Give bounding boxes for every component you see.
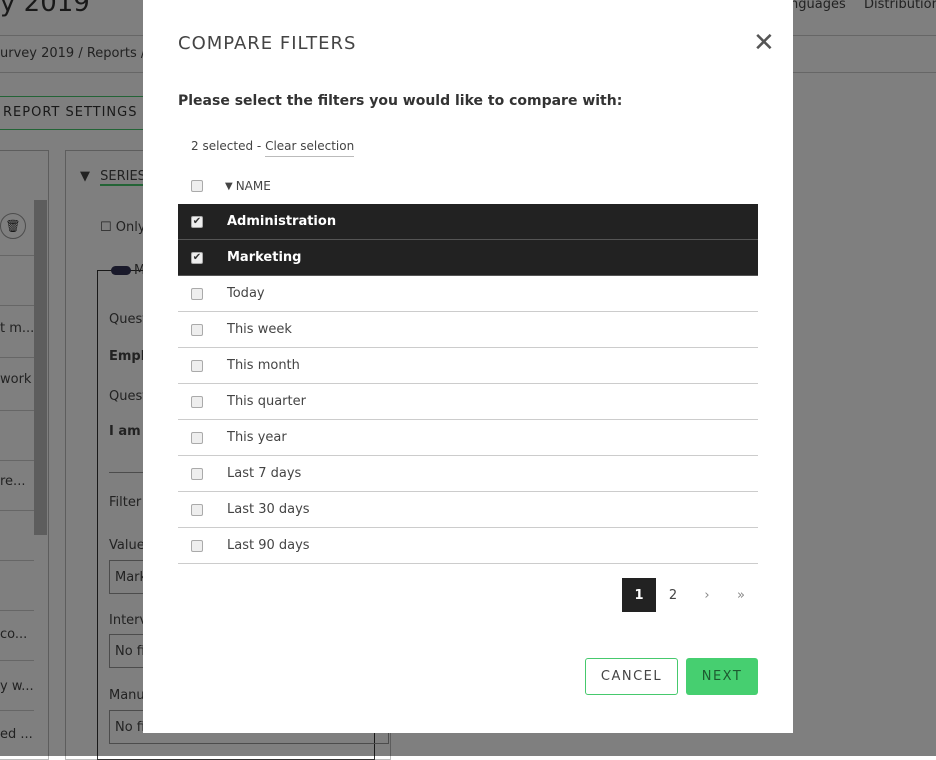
- cancel-button[interactable]: CANCEL: [585, 658, 678, 695]
- clear-selection-link[interactable]: Clear selection: [265, 139, 355, 157]
- next-page-icon[interactable]: ›: [690, 578, 724, 612]
- row-checkbox[interactable]: [191, 503, 203, 516]
- row-checkbox[interactable]: ✔: [191, 251, 203, 264]
- filter-name: This year: [227, 430, 287, 445]
- table-row[interactable]: This quarter: [178, 384, 758, 420]
- selected-count: 2 selected -: [191, 139, 266, 153]
- filter-name: Marketing: [227, 250, 302, 265]
- table-row[interactable]: Today: [178, 276, 758, 312]
- pagination: 1 2 › »: [622, 578, 758, 612]
- filter-name: This week: [227, 322, 292, 337]
- row-checkbox[interactable]: [191, 395, 203, 408]
- page-1-button[interactable]: 1: [622, 578, 656, 612]
- table-header: ▼ NAME: [178, 168, 758, 204]
- modal-prompt: Please select the filters you would like…: [178, 93, 623, 109]
- table-row[interactable]: This year: [178, 420, 758, 456]
- filter-name: Administration: [227, 214, 337, 229]
- name-column-header[interactable]: NAME: [236, 179, 271, 193]
- row-checkbox[interactable]: [191, 431, 203, 444]
- row-checkbox[interactable]: [191, 287, 203, 300]
- filter-name: This quarter: [227, 394, 306, 409]
- page-2-button[interactable]: 2: [656, 578, 690, 612]
- filters-table: ▼ NAME ✔ Administration ✔ Marketing Today Thi…: [178, 168, 758, 564]
- select-all-checkbox[interactable]: [191, 180, 203, 192]
- table-row[interactable]: Last 7 days: [178, 456, 758, 492]
- row-checkbox[interactable]: [191, 359, 203, 372]
- last-page-icon[interactable]: »: [724, 578, 758, 612]
- selection-summary: 2 selected - Clear selection: [191, 139, 355, 157]
- filter-icon[interactable]: ▼: [225, 181, 233, 192]
- modal-title: COMPARE FILTERS: [178, 33, 357, 54]
- table-row[interactable]: ✔ Marketing: [178, 240, 758, 276]
- compare-filters-modal: COMPARE FILTERS ✕ Please select the filt…: [143, 0, 793, 733]
- table-row[interactable]: This week: [178, 312, 758, 348]
- table-row[interactable]: ✔ Administration: [178, 204, 758, 240]
- row-checkbox[interactable]: [191, 539, 203, 552]
- row-checkbox[interactable]: ✔: [191, 215, 203, 228]
- filter-name: Last 90 days: [227, 538, 310, 553]
- row-checkbox[interactable]: [191, 467, 203, 480]
- table-row[interactable]: Last 30 days: [178, 492, 758, 528]
- filter-name: Today: [227, 286, 265, 301]
- table-row[interactable]: Last 90 days: [178, 528, 758, 564]
- filter-name: Last 7 days: [227, 466, 302, 481]
- next-button[interactable]: NEXT: [686, 658, 758, 695]
- filter-name: Last 30 days: [227, 502, 310, 517]
- row-checkbox[interactable]: [191, 323, 203, 336]
- close-icon[interactable]: ✕: [753, 28, 775, 58]
- filter-name: This month: [227, 358, 300, 373]
- table-row[interactable]: This month: [178, 348, 758, 384]
